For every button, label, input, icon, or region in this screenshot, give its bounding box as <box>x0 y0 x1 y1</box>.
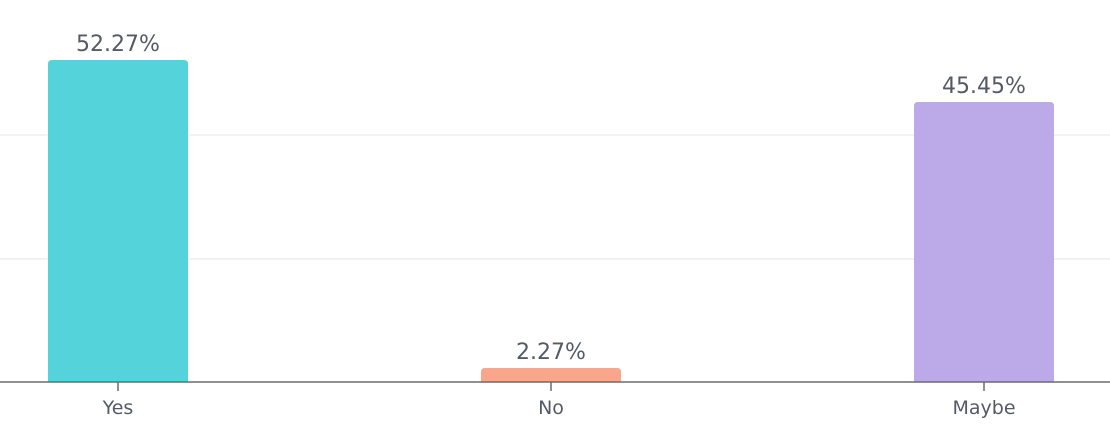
bar-yes <box>48 60 188 382</box>
chart-canvas: Yes No Maybe 52.27% 2.27% 45.45% <box>0 32 1110 419</box>
x-axis: Yes No Maybe <box>0 381 1110 419</box>
data-label-maybe: 45.45% <box>942 74 1026 99</box>
data-label-yes: 52.27% <box>76 32 160 57</box>
x-tick-label-yes: Yes <box>102 397 134 419</box>
bar-maybe <box>914 102 1054 382</box>
bar-no <box>481 368 621 382</box>
bars <box>48 60 1054 382</box>
data-label-no: 2.27% <box>516 340 586 365</box>
x-tick-label-no: No <box>538 397 564 419</box>
x-tick-label-maybe: Maybe <box>952 397 1015 419</box>
data-labels: 52.27% 2.27% 45.45% <box>76 32 1026 365</box>
bar-chart: Yes No Maybe 52.27% 2.27% 45.45% <box>0 0 1110 442</box>
